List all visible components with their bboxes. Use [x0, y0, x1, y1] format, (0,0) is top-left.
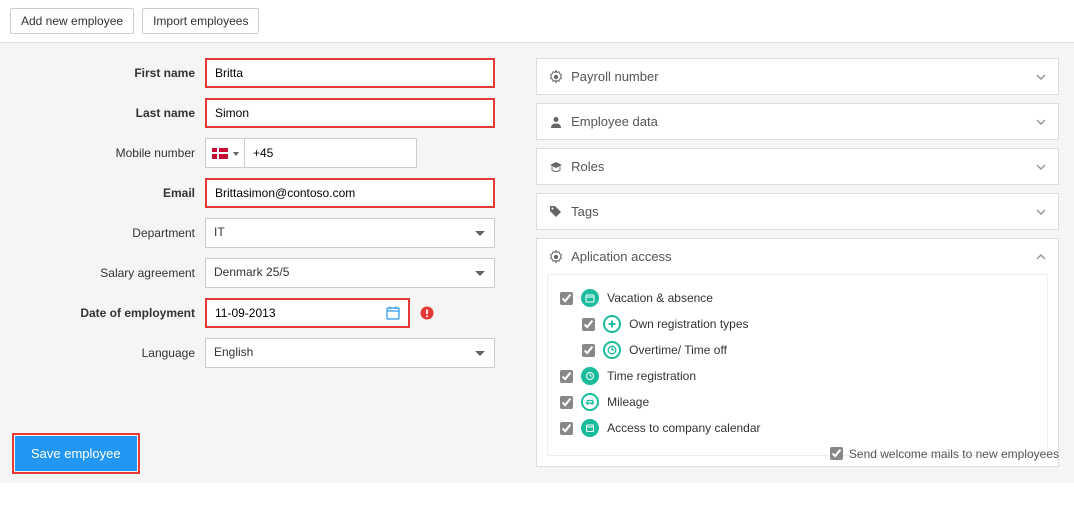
top-bar: Add new employee Import employees — [0, 0, 1074, 43]
chevron-up-icon — [1036, 254, 1046, 260]
date-of-employment-field[interactable] — [205, 298, 410, 328]
person-icon — [549, 115, 563, 129]
save-employee-button[interactable]: Save employee — [15, 436, 137, 471]
department-label: Department — [15, 226, 205, 240]
own-reg-label: Own registration types — [629, 317, 748, 331]
welcome-mail-label[interactable]: Send welcome mails to new employees — [830, 447, 1059, 461]
language-select[interactable]: English — [205, 338, 495, 368]
time-reg-icon — [581, 367, 599, 385]
overtime-label: Overtime/ Time off — [629, 343, 727, 357]
salary-agreement-select[interactable]: Denmark 25/5 — [205, 258, 495, 288]
vacation-label: Vacation & absence — [607, 291, 713, 305]
app-access-panel-title: Aplication access — [571, 249, 671, 264]
payroll-panel-header[interactable]: Payroll number — [537, 59, 1058, 94]
chevron-down-icon — [1036, 164, 1046, 170]
country-code-select[interactable] — [205, 138, 244, 168]
employee-data-panel-title: Employee data — [571, 114, 658, 129]
time-reg-checkbox[interactable] — [560, 370, 573, 383]
email-label: Email — [15, 186, 205, 200]
language-label: Language — [15, 346, 205, 360]
employee-form: First name Last name Mobile number Email… — [15, 58, 516, 468]
first-name-input[interactable] — [205, 58, 495, 88]
mobile-label: Mobile number — [15, 146, 205, 160]
clock-icon — [603, 341, 621, 359]
welcome-mail-checkbox[interactable] — [830, 447, 843, 460]
app-access-panel-header[interactable]: Aplication access — [537, 239, 1058, 274]
employee-data-panel: Employee data — [536, 103, 1059, 140]
overtime-checkbox[interactable] — [582, 344, 595, 357]
mileage-label: Mileage — [607, 395, 649, 409]
add-new-employee-button[interactable]: Add new employee — [10, 8, 134, 34]
first-name-label: First name — [15, 66, 205, 80]
chevron-down-icon — [1036, 119, 1046, 125]
vacation-icon — [581, 289, 599, 307]
mobile-input[interactable] — [244, 138, 417, 168]
employee-data-panel-header[interactable]: Employee data — [537, 104, 1058, 139]
roles-panel-title: Roles — [571, 159, 604, 174]
chevron-down-icon — [1036, 74, 1046, 80]
department-select[interactable]: IT — [205, 218, 495, 248]
own-reg-checkbox[interactable] — [582, 318, 595, 331]
roles-panel: Roles — [536, 148, 1059, 185]
time-reg-label: Time registration — [607, 369, 696, 383]
footer: Save employee Send welcome mails to new … — [0, 424, 1074, 483]
flag-dk-icon — [212, 148, 228, 159]
tags-panel-header[interactable]: Tags — [537, 194, 1058, 229]
roles-panel-header[interactable]: Roles — [537, 149, 1058, 184]
date-of-employment-input[interactable] — [207, 300, 378, 326]
import-employees-button[interactable]: Import employees — [142, 8, 259, 34]
tags-panel-title: Tags — [571, 204, 598, 219]
car-icon — [581, 393, 599, 411]
last-name-label: Last name — [15, 106, 205, 120]
vacation-checkbox[interactable] — [560, 292, 573, 305]
email-input[interactable] — [205, 178, 495, 208]
payroll-panel-title: Payroll number — [571, 69, 658, 84]
payroll-panel: Payroll number — [536, 58, 1059, 95]
gear-icon — [549, 250, 563, 264]
calendar-icon[interactable] — [378, 306, 408, 320]
plus-icon — [603, 315, 621, 333]
last-name-input[interactable] — [205, 98, 495, 128]
side-panels: Payroll number Employee data Roles Tags — [536, 58, 1059, 468]
graduation-cap-icon — [549, 160, 563, 174]
tags-panel: Tags — [536, 193, 1059, 230]
chevron-down-icon — [1036, 209, 1046, 215]
welcome-mail-text: Send welcome mails to new employees — [849, 447, 1059, 461]
mileage-checkbox[interactable] — [560, 396, 573, 409]
tags-icon — [549, 205, 563, 219]
gear-icon — [549, 70, 563, 84]
doe-label: Date of employment — [15, 306, 205, 320]
salary-label: Salary agreement — [15, 266, 205, 280]
main-content: First name Last name Mobile number Email… — [0, 43, 1074, 483]
error-icon — [420, 306, 434, 320]
